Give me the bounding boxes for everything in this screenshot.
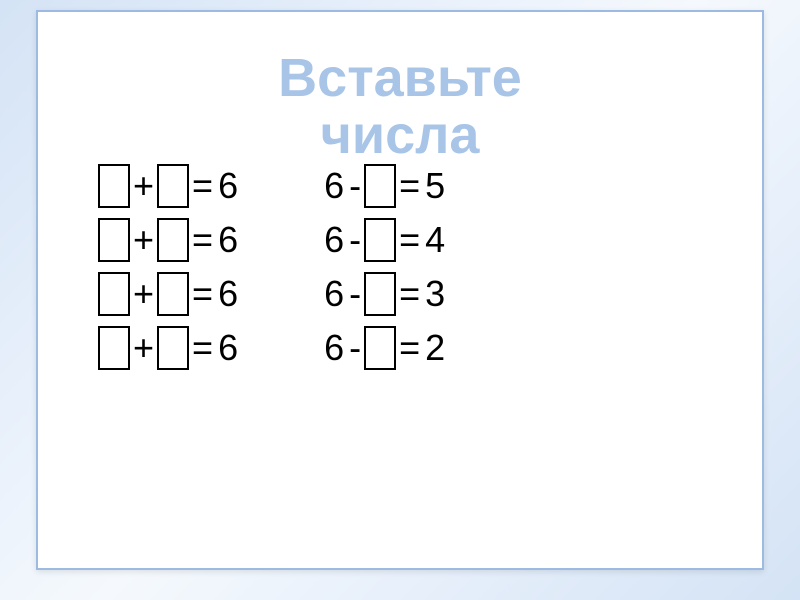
operator: - — [346, 219, 364, 261]
blank-box[interactable] — [98, 272, 130, 316]
equations-content: + = 6 + = 6 + = 6 + — [98, 160, 447, 374]
equation-row: + = 6 — [98, 322, 240, 374]
equals-sign: = — [189, 327, 216, 369]
blank-box[interactable] — [157, 272, 189, 316]
left-column: + = 6 + = 6 + = 6 + — [98, 160, 240, 374]
lhs-number: 6 — [322, 273, 346, 315]
operator: - — [346, 165, 364, 207]
blank-box[interactable] — [98, 326, 130, 370]
operator: + — [130, 219, 157, 261]
lhs-number: 6 — [322, 327, 346, 369]
lhs-number: 6 — [322, 165, 346, 207]
equals-sign: = — [396, 219, 423, 261]
blank-box[interactable] — [98, 164, 130, 208]
blank-box[interactable] — [364, 164, 396, 208]
result-number: 6 — [216, 165, 240, 207]
operator: + — [130, 327, 157, 369]
result-number: 5 — [423, 165, 447, 207]
equation-row: + = 6 — [98, 268, 240, 320]
equals-sign: = — [189, 219, 216, 261]
blank-box[interactable] — [364, 272, 396, 316]
lhs-number: 6 — [322, 219, 346, 261]
title-line-1: Вставьте — [38, 50, 762, 107]
worksheet-card: Вставьте числа + = 6 + = 6 + — [36, 10, 764, 570]
result-number: 6 — [216, 273, 240, 315]
equals-sign: = — [396, 273, 423, 315]
equals-sign: = — [396, 327, 423, 369]
right-column: 6 - = 5 6 - = 4 6 - = 3 6 — [322, 160, 447, 374]
operator: + — [130, 165, 157, 207]
blank-box[interactable] — [157, 326, 189, 370]
page-title: Вставьте числа — [38, 50, 762, 163]
result-number: 6 — [216, 327, 240, 369]
result-number: 6 — [216, 219, 240, 261]
equation-row: 6 - = 3 — [322, 268, 447, 320]
equation-row: 6 - = 5 — [322, 160, 447, 212]
equals-sign: = — [189, 165, 216, 207]
operator: + — [130, 273, 157, 315]
equals-sign: = — [189, 273, 216, 315]
equation-row: 6 - = 4 — [322, 214, 447, 266]
blank-box[interactable] — [157, 218, 189, 262]
equation-row: 6 - = 2 — [322, 322, 447, 374]
equation-row: + = 6 — [98, 160, 240, 212]
blank-box[interactable] — [364, 218, 396, 262]
title-line-2: числа — [38, 107, 762, 164]
result-number: 4 — [423, 219, 447, 261]
operator: - — [346, 327, 364, 369]
operator: - — [346, 273, 364, 315]
equals-sign: = — [396, 165, 423, 207]
result-number: 3 — [423, 273, 447, 315]
blank-box[interactable] — [157, 164, 189, 208]
result-number: 2 — [423, 327, 447, 369]
blank-box[interactable] — [364, 326, 396, 370]
blank-box[interactable] — [98, 218, 130, 262]
equation-row: + = 6 — [98, 214, 240, 266]
